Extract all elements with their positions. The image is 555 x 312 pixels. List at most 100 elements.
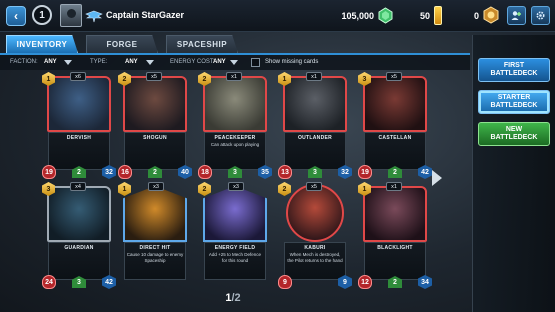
tab-inventory[interactable]: INVENTORY bbox=[6, 35, 78, 53]
filter-bar: FACTION: ANY TYPE: ANY ENERGY COST: ANY … bbox=[0, 55, 470, 70]
card-name: SHOGUN bbox=[143, 135, 167, 141]
card-count-badge: x3 bbox=[228, 182, 244, 191]
friends-button[interactable] bbox=[507, 6, 526, 25]
card-count-badge: x5 bbox=[386, 72, 402, 81]
user-plus-icon bbox=[511, 11, 521, 20]
faction-filter-label: FACTION: bbox=[10, 59, 38, 65]
faction-filter-value[interactable]: ANY bbox=[44, 59, 57, 65]
attack-stat: 18 bbox=[198, 165, 212, 179]
settings-button[interactable] bbox=[531, 6, 550, 25]
gear-icon bbox=[536, 11, 545, 20]
energy-amount: 50 bbox=[419, 11, 430, 21]
card-name: ENERGY FIELD bbox=[214, 245, 256, 251]
card-dervish[interactable]: DERVISH 1 x6 19 2 32 bbox=[42, 72, 116, 180]
card-blacklight[interactable]: BLACKLIGHT 1 x1 12 2 34 bbox=[358, 182, 432, 290]
player-avatar[interactable] bbox=[60, 4, 82, 27]
card-name: GUARDIAN bbox=[64, 245, 94, 251]
card-ability-text: Cause 10 damage to enemy Spaceship bbox=[126, 252, 184, 263]
attack-stat: 19 bbox=[42, 165, 56, 179]
card-art bbox=[286, 184, 344, 242]
type-dropdown-caret-icon[interactable] bbox=[146, 60, 154, 65]
card-count-badge: x1 bbox=[226, 72, 242, 81]
card-count-badge: x1 bbox=[386, 182, 402, 191]
player-level: 1 bbox=[39, 9, 45, 21]
chevron-left-icon: ‹ bbox=[14, 9, 18, 23]
tab-inventory-label: INVENTORY bbox=[16, 40, 68, 49]
card-name: BLACKLIGHT bbox=[377, 245, 413, 251]
card-direct-hit[interactable]: DIRECT HIT Cause 10 damage to enemy Space… bbox=[118, 182, 192, 290]
card-art bbox=[123, 186, 187, 242]
card-count-badge: x3 bbox=[148, 182, 164, 191]
rank-wings-icon bbox=[85, 10, 103, 23]
card-name: DIRECT HIT bbox=[139, 245, 171, 251]
energy-cost-filter-label: ENERGY COST: bbox=[170, 59, 215, 65]
type-filter-label: TYPE: bbox=[90, 59, 108, 65]
green-gem-icon[interactable] bbox=[377, 7, 394, 24]
card-kaburi[interactable]: KABURI When Mech is destroyed, the Pilot … bbox=[278, 182, 352, 290]
energy-cost-badge: 2 bbox=[198, 182, 211, 196]
tab-spaceship-label: SPACESHIP bbox=[176, 40, 228, 49]
energy-cost-dropdown-caret-icon[interactable] bbox=[230, 60, 238, 65]
card-count-badge: x6 bbox=[70, 72, 86, 81]
card-count-badge: x1 bbox=[306, 72, 322, 81]
card-art bbox=[203, 76, 267, 132]
card-name: OUTLANDER bbox=[297, 135, 333, 141]
card-shogun[interactable]: SHOGUN 2 x5 16 2 40 bbox=[118, 72, 192, 180]
card-name: DERVISH bbox=[66, 135, 92, 141]
back-button[interactable]: ‹ bbox=[6, 6, 26, 26]
energy-cell-icon[interactable] bbox=[434, 6, 442, 25]
card-count-badge: x5 bbox=[146, 72, 162, 81]
card-guardian[interactable]: GUARDIAN 3 x4 24 3 42 bbox=[42, 182, 116, 290]
card-name: CASTELLAN bbox=[378, 135, 412, 141]
player-name: Captain StarGazer bbox=[106, 10, 185, 20]
card-energy-field[interactable]: ENERGY FIELD Add +25 to Mech Defence for … bbox=[198, 182, 272, 290]
first-battledeck-button[interactable]: FIRST BATTLEDECK bbox=[478, 58, 550, 82]
card-art bbox=[363, 76, 427, 132]
attack-stat: 12 bbox=[358, 275, 372, 289]
attack-stat: 19 bbox=[358, 165, 372, 179]
starter-battledeck-button[interactable]: STARTER BATTLEDECK bbox=[478, 90, 550, 114]
card-ability-text: When Mech is destroyed, the Pilot return… bbox=[287, 252, 343, 263]
card-name: PEACEKEEPER bbox=[214, 135, 256, 141]
first-battledeck-label: FIRST BATTLEDECK bbox=[490, 62, 538, 77]
player-level-badge: 1 bbox=[32, 5, 52, 25]
card-count-badge: x4 bbox=[70, 182, 86, 191]
top-bar: ‹ 1 Captain StarGazer 105,000 50 0 bbox=[0, 0, 555, 32]
show-missing-checkbox[interactable] bbox=[251, 58, 260, 67]
next-page-arrow-icon[interactable] bbox=[432, 170, 442, 186]
type-filter-value[interactable]: ANY bbox=[125, 59, 138, 65]
energy-cost-badge: 1 bbox=[118, 182, 131, 196]
card-castellan[interactable]: CASTELLAN 3 x5 19 2 42 bbox=[358, 72, 432, 180]
card-outlander[interactable]: OUTLANDER 1 x1 13 3 32 bbox=[278, 72, 352, 180]
faction-dropdown-caret-icon[interactable] bbox=[64, 60, 72, 65]
card-art bbox=[363, 186, 427, 242]
card-art bbox=[47, 76, 111, 132]
new-battledeck-button[interactable]: NEW BATTLEDECK bbox=[478, 122, 550, 146]
token-icon[interactable] bbox=[482, 6, 500, 24]
starter-battledeck-label: STARTER BATTLEDECK bbox=[490, 94, 538, 109]
tab-forge[interactable]: FORGE bbox=[86, 35, 158, 53]
credits-amount: 105,000 bbox=[341, 11, 374, 21]
card-count-badge: x5 bbox=[306, 182, 322, 191]
tab-spaceship[interactable]: SPACESHIP bbox=[166, 35, 238, 53]
card-art bbox=[123, 76, 187, 132]
battledeck-panel: FIRST BATTLEDECK STARTER BATTLEDECK NEW … bbox=[472, 35, 555, 312]
card-ability-text: Can attack upon playing bbox=[210, 142, 260, 147]
attack-stat: 9 bbox=[278, 275, 292, 289]
card-art bbox=[203, 186, 267, 242]
card-ability-text: Add +25 to Mech Defence for this round bbox=[208, 252, 262, 263]
new-battledeck-label: NEW BATTLEDECK bbox=[490, 126, 538, 141]
card-peacekeeper[interactable]: PEACEKEEPER Can attack upon playing 2 x1 18 3… bbox=[198, 72, 272, 180]
card-art bbox=[47, 186, 111, 242]
card-name: KABURI bbox=[304, 245, 326, 251]
card-art bbox=[283, 76, 347, 132]
tab-forge-label: FORGE bbox=[106, 40, 138, 49]
energy-cost-badge: 2 bbox=[278, 182, 291, 196]
token-amount: 0 bbox=[473, 11, 479, 21]
page-total: 2 bbox=[234, 292, 241, 304]
page-indicator: 1/2 bbox=[208, 292, 258, 304]
attack-stat: 24 bbox=[42, 275, 56, 289]
energy-cost-filter-value[interactable]: ANY bbox=[213, 59, 226, 65]
show-missing-label: Show missing cards bbox=[265, 59, 319, 65]
attack-stat: 16 bbox=[118, 165, 132, 179]
